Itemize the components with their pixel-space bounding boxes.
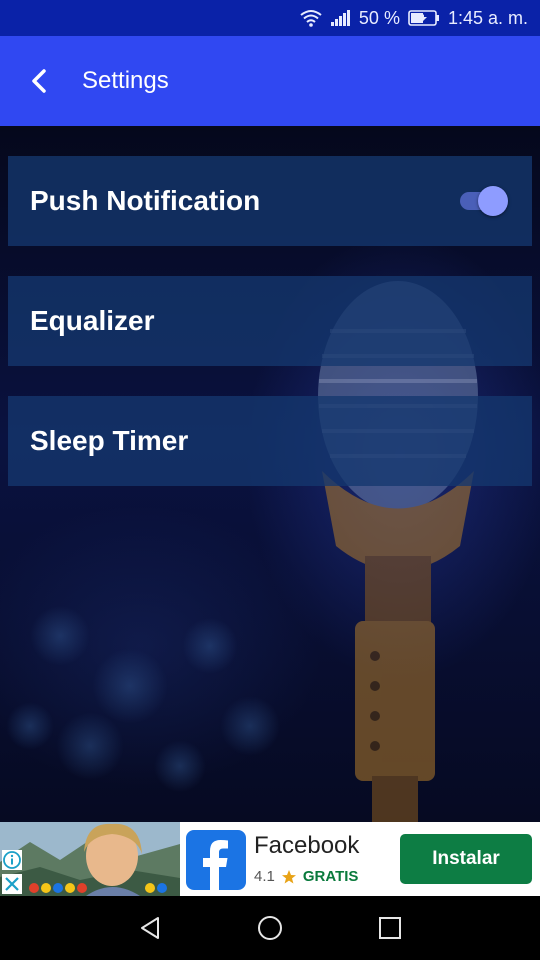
settings-item-label: Push Notification (30, 185, 261, 216)
settings-item-label: Sleep Timer (30, 425, 189, 456)
settings-item-push-notification[interactable]: Push Notification (8, 156, 532, 246)
facebook-logo[interactable] (186, 830, 246, 890)
settings-item-sleep-timer[interactable]: Sleep Timer (8, 396, 532, 486)
star-icon (281, 869, 296, 883)
back-arrow-icon (32, 69, 46, 93)
push-notification-toggle[interactable] (458, 186, 508, 216)
settings-content: Push Notification Equalizer Sleep Timer (0, 126, 540, 822)
battery-icon (408, 10, 440, 26)
ad-app-name: Facebook (254, 832, 360, 859)
ad-info-icon[interactable] (2, 850, 22, 870)
ad-banner[interactable]: Facebook 4.1 GRATIS Instalar (0, 822, 540, 896)
ad-rating: 4.1 GRATIS (254, 868, 358, 885)
install-button[interactable]: Instalar (400, 834, 532, 884)
nav-recents-button[interactable] (330, 896, 450, 960)
ad-image[interactable] (0, 822, 180, 896)
home-circle-icon (258, 916, 282, 940)
settings-item-equalizer[interactable]: Equalizer (8, 276, 532, 366)
signal-icon (330, 10, 351, 26)
nav-home-button[interactable] (210, 896, 330, 960)
app-bar: Settings (0, 36, 540, 126)
back-triangle-icon (141, 917, 159, 939)
status-bar: 50 % 1:45 a. m. (0, 0, 540, 36)
wifi-icon (299, 9, 323, 27)
nav-back-button[interactable] (90, 896, 210, 960)
clock: 1:45 a. m. (447, 7, 528, 28)
recents-square-icon (379, 917, 401, 939)
page-title: Settings (82, 67, 169, 94)
battery-percent: 50 % (358, 7, 400, 28)
settings-item-label: Equalizer (30, 305, 155, 336)
ad-rating-value: 4.1 (254, 868, 275, 885)
back-button[interactable] (4, 36, 74, 126)
navigation-bar (0, 896, 540, 960)
ad-price-label: GRATIS (302, 868, 359, 885)
toggle-thumb (478, 186, 508, 216)
ad-close-icon[interactable] (2, 874, 22, 894)
